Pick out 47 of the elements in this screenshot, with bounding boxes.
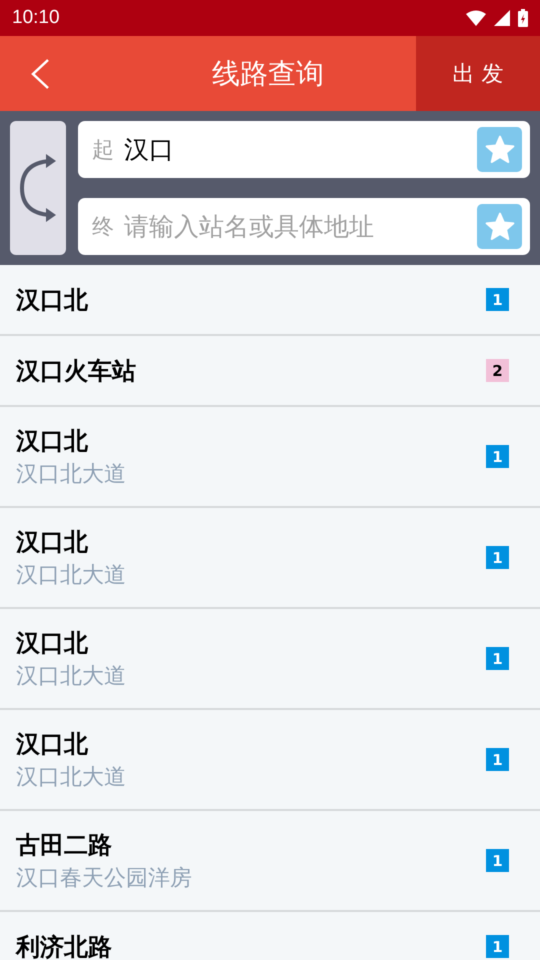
line-count: 1: [486, 546, 509, 569]
stop-address: 汉口北大道: [16, 460, 126, 488]
result-item[interactable]: 古田二路 汉口春天公园洋房 1: [0, 811, 540, 912]
stop-name: 汉口北: [16, 628, 89, 658]
line-count: 1: [486, 849, 509, 872]
result-item[interactable]: 汉口北 汉口北大道 1: [0, 508, 540, 609]
depart-button[interactable]: 出 发: [416, 36, 540, 111]
result-item[interactable]: 汉口北 汉口北大道 1: [0, 710, 540, 811]
line-count: 1: [486, 935, 509, 958]
stop-name: 利济北路: [16, 932, 112, 960]
stop-name: 汉口火车站: [16, 356, 136, 386]
line-count: 1: [486, 647, 509, 670]
signal-icon: [494, 10, 510, 26]
star-icon: [484, 134, 516, 166]
destination-input[interactable]: 请输入站名或具体地址: [124, 212, 477, 241]
battery-icon: [518, 9, 528, 27]
stop-name: 汉口北: [16, 284, 88, 316]
line-count: 1: [486, 288, 509, 311]
clock: 10:10: [12, 7, 60, 29]
swap-icon: [20, 153, 56, 223]
stop-name: 汉口北: [16, 728, 89, 760]
page-title: 线路查询: [211, 56, 325, 92]
stop-address: 汉口春天公园洋房: [16, 864, 192, 892]
start-field[interactable]: 起 汉口: [78, 121, 530, 178]
line-count: 1: [486, 748, 509, 771]
stop-name: 古田二路: [16, 830, 113, 860]
swap-button[interactable]: [10, 121, 66, 255]
wifi-icon: [466, 10, 486, 26]
result-item[interactable]: 汉口北 汉口北大道 1: [0, 407, 540, 508]
result-item[interactable]: 利济北路 1: [0, 912, 540, 960]
result-item[interactable]: 汉口北 1: [0, 265, 540, 336]
start-label: 起: [92, 136, 114, 164]
line-count: 1: [486, 445, 509, 468]
stop-address: 汉口北大道: [16, 562, 126, 590]
destination-label: 终: [92, 214, 114, 242]
start-input[interactable]: 汉口: [124, 135, 477, 164]
stop-name: 汉口北: [16, 526, 89, 558]
stop-address: 汉口北大道: [16, 764, 126, 792]
stop-name: 汉口北: [16, 426, 89, 456]
stop-address: 汉口北大道: [16, 662, 126, 690]
star-icon: [484, 210, 516, 242]
result-item[interactable]: 汉口北 汉口北大道 1: [0, 609, 540, 710]
favorite-button[interactable]: [477, 204, 522, 249]
result-item[interactable]: 汉口火车站 2: [0, 336, 540, 407]
line-count: 2: [486, 359, 509, 382]
favorite-button[interactable]: [477, 127, 522, 172]
back-icon: [30, 58, 50, 90]
